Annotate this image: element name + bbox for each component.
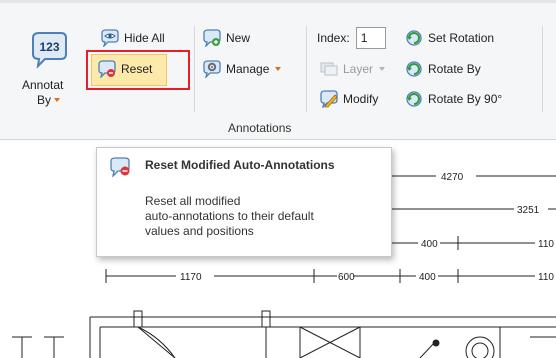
new-label: New: [226, 31, 251, 45]
rotate-by-90-button[interactable]: Rotate By 90°: [404, 88, 502, 110]
dim-3251: 3251: [517, 205, 540, 216]
manage-label: Manage: [226, 62, 270, 76]
dim-1170: 1170: [180, 272, 202, 283]
set-rotation-label: Set Rotation: [428, 31, 495, 45]
annotate-by-text: By: [37, 93, 52, 107]
rotate-icon: [406, 30, 422, 46]
tooltip-description-line: Reset all modified: [145, 194, 241, 208]
tooltip-title: Reset Modified Auto-Annotations: [145, 158, 335, 172]
speech-bubble-plus-icon: [203, 29, 221, 47]
annotate-by-label: Annotat: [22, 78, 64, 92]
dim-110-row4: 110: [538, 272, 554, 283]
gear-bubble-icon: [203, 60, 221, 78]
ribbon-separator: [306, 26, 307, 112]
speech-bubble-eye-icon: [101, 29, 119, 47]
ribbon-separator: [542, 26, 543, 112]
annotate-by-sublabel[interactable]: By: [37, 93, 61, 107]
chevron-down-icon: [54, 98, 61, 102]
speech-bubble-reset-icon: [98, 60, 116, 78]
modify-button[interactable]: Modify: [319, 88, 378, 110]
layer-button[interactable]: Layer: [319, 58, 386, 80]
rotate-by-90-label: Rotate By 90°: [428, 92, 503, 106]
ribbon-toolbar: 123 Annotat By Hide All Reset New Manage…: [0, 0, 556, 140]
modify-label: Modify: [343, 92, 379, 106]
reset-tooltip: Reset Modified Auto-Annotations Reset al…: [96, 147, 392, 257]
dim-110-row3: 110: [538, 239, 554, 250]
tooltip-description-line: auto-annotations to their default: [145, 209, 314, 223]
ribbon-top-border: [0, 0, 556, 3]
tooltip-description-line: values and positions: [145, 224, 254, 238]
rotate-by-label: Rotate By: [428, 62, 481, 76]
manage-button[interactable]: Manage: [202, 58, 282, 80]
ribbon-separator: [194, 26, 195, 112]
reset-button[interactable]: Reset: [97, 58, 152, 80]
layer-label: Layer: [343, 62, 374, 76]
index-input[interactable]: 1: [355, 27, 386, 49]
rotate-90-icon: [406, 91, 422, 107]
index-label: Index:: [317, 31, 350, 45]
reset-label: Reset: [121, 62, 153, 76]
chevron-down-icon: [275, 67, 282, 71]
hide-all-label: Hide All: [124, 31, 165, 45]
speech-bubble-reset-icon: [110, 157, 130, 177]
index-control: Index: 1: [317, 27, 386, 49]
pencil-bubble-icon: [320, 90, 338, 108]
annotate-icon-text: 123: [39, 40, 59, 54]
hide-all-button[interactable]: Hide All: [100, 27, 165, 49]
new-annotation-button[interactable]: New: [202, 27, 250, 49]
dim-600: 600: [338, 272, 355, 283]
layer-icon: [320, 62, 338, 76]
dim-400-row3: 400: [421, 239, 438, 250]
rotate-by-button[interactable]: Rotate By: [404, 58, 481, 80]
dim-400-row4: 400: [419, 272, 436, 283]
chevron-down-icon: [379, 67, 386, 71]
ribbon-group-label: Annotations: [228, 121, 292, 135]
annotate-123-icon: 123: [32, 32, 67, 69]
annotate-by-button[interactable]: 123: [24, 30, 74, 73]
set-rotation-button[interactable]: Set Rotation: [404, 27, 494, 49]
rotate-icon: [406, 61, 422, 77]
dim-4270: 4270: [441, 172, 464, 183]
